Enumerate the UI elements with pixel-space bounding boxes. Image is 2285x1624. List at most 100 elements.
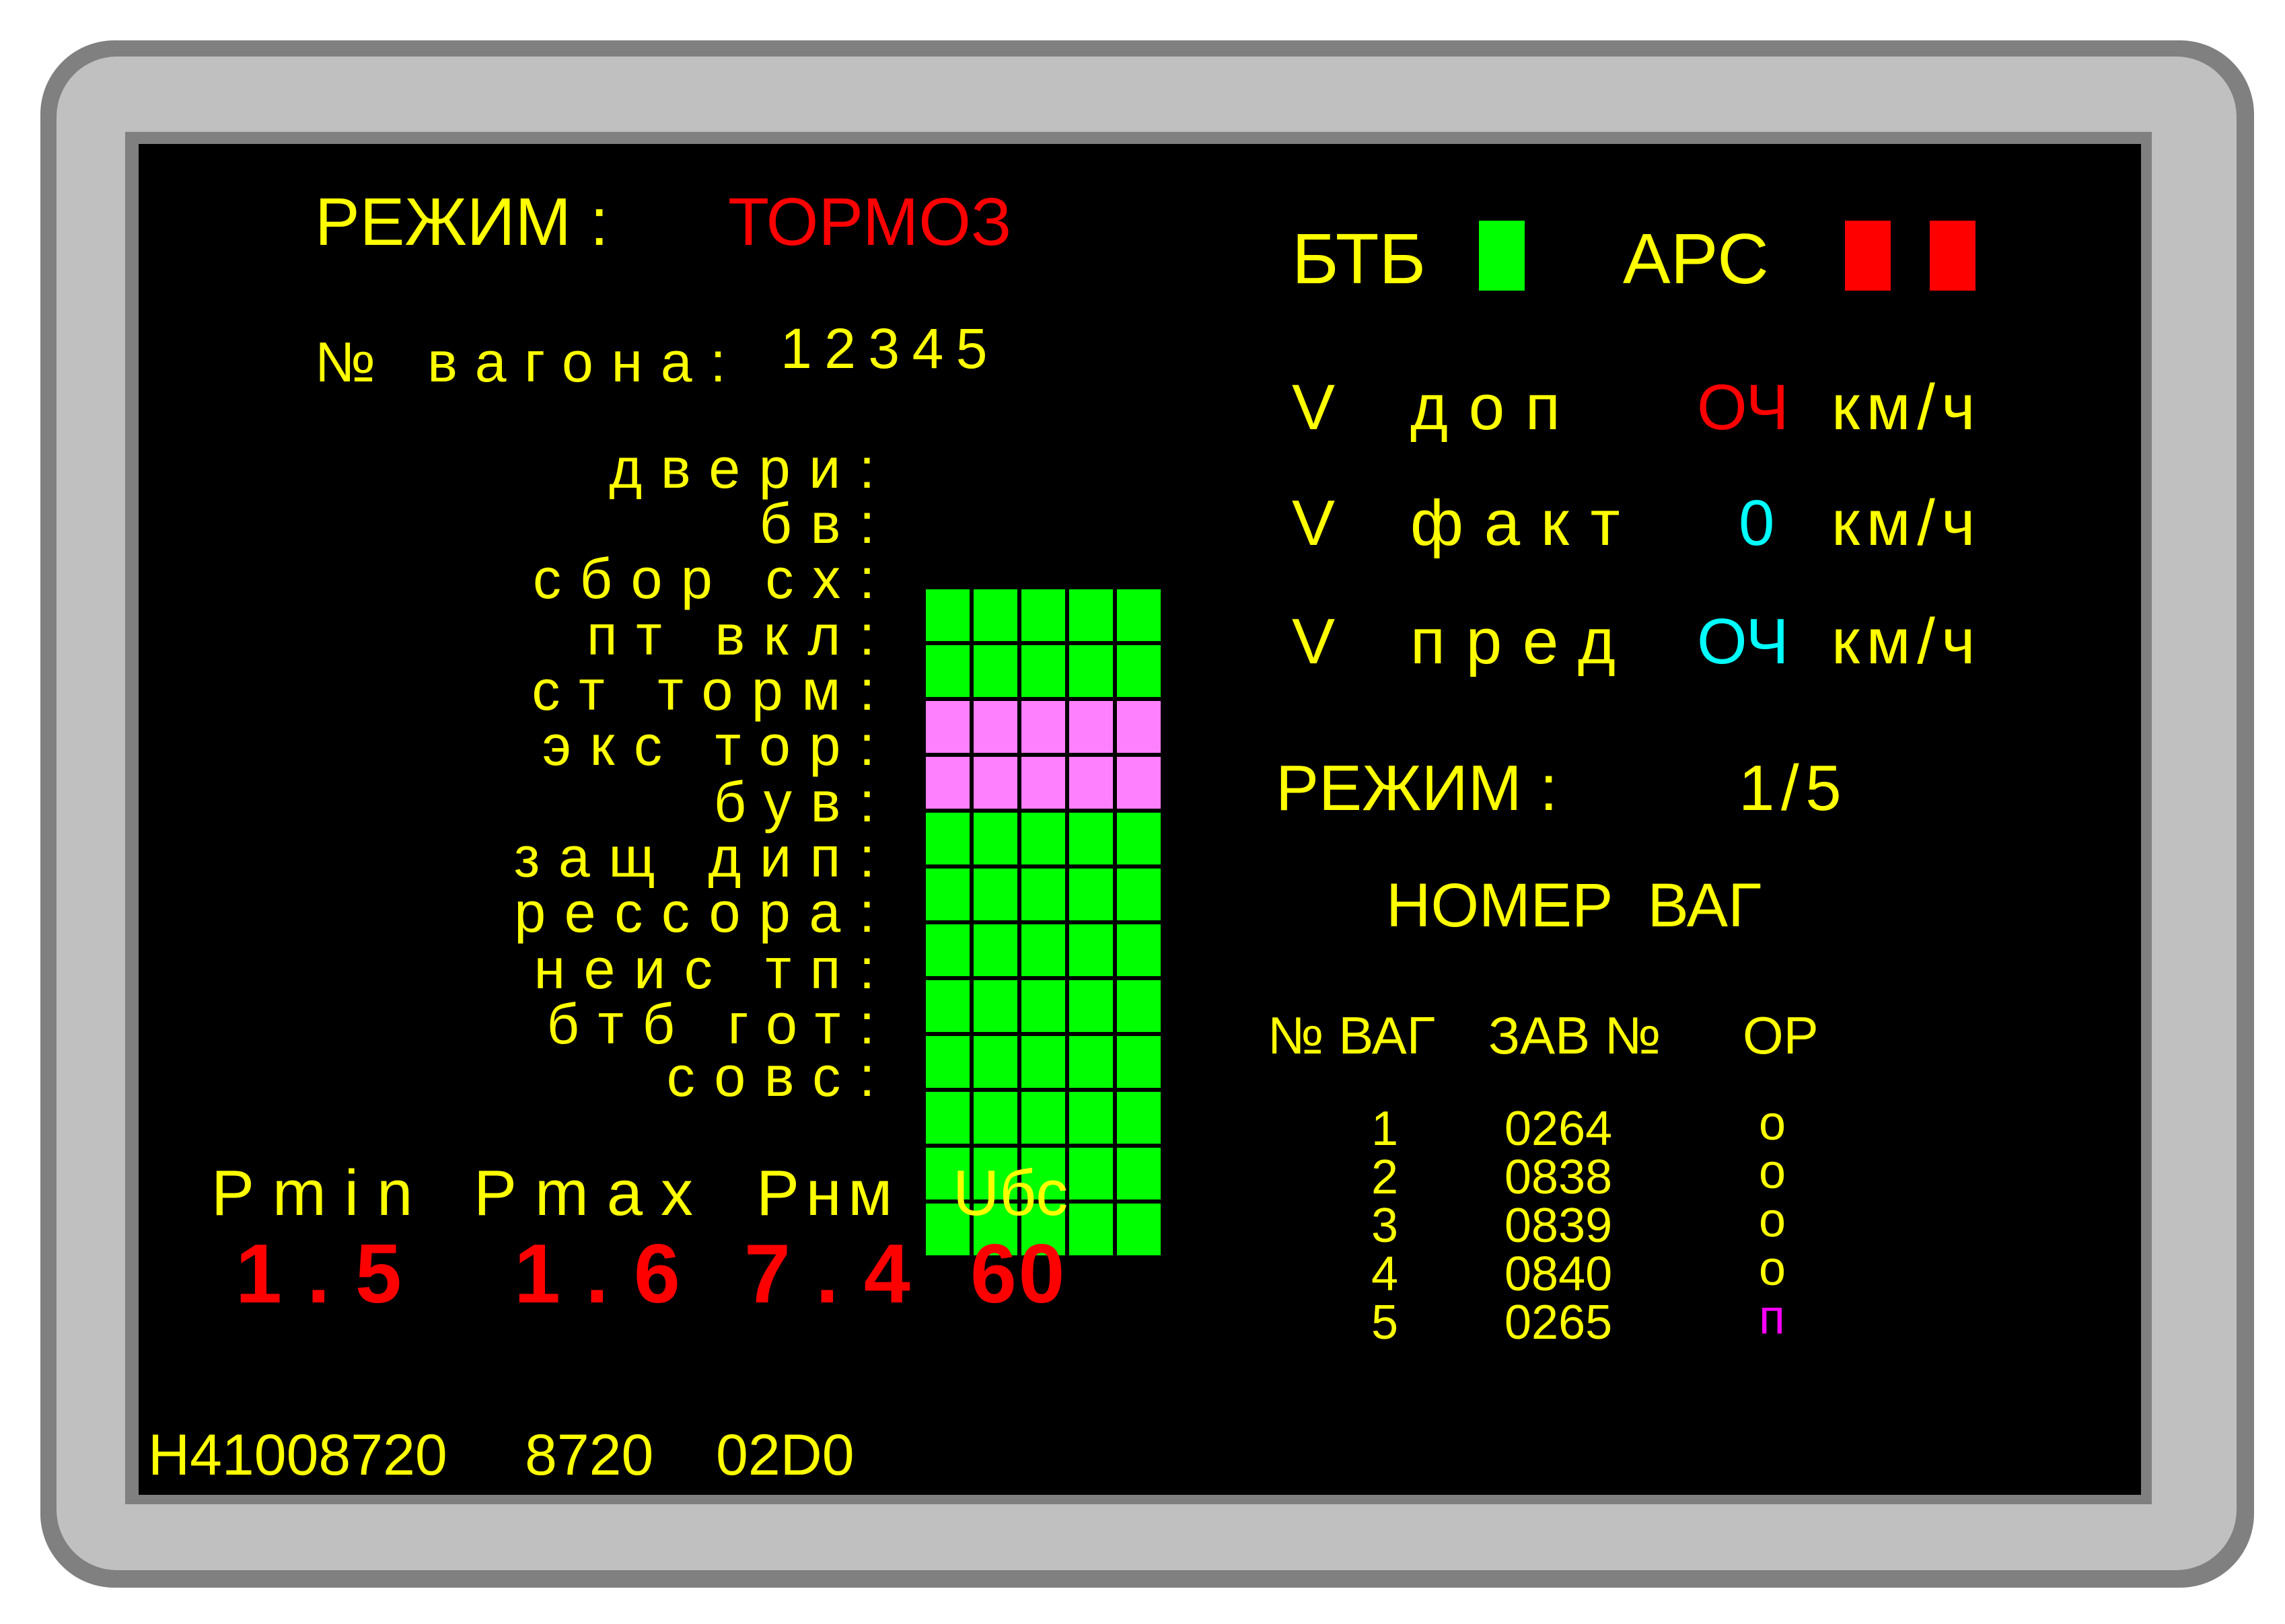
mode-label: РЕЖИМ : — [315, 184, 609, 260]
speed-v-symbol: V — [1292, 487, 1336, 559]
wagon-or: о — [1759, 1193, 1786, 1247]
status-label-pt: пт вкл: — [586, 603, 894, 667]
status-cell — [924, 1090, 972, 1146]
status-cell — [924, 811, 972, 866]
pnm-label: Pнм — [756, 1157, 899, 1229]
pnm-value: 7.4 — [744, 1228, 935, 1321]
status-cell — [924, 922, 972, 978]
status-labels: двери: бв: сбор сх: пт вкл: ст торм: экс… — [340, 440, 894, 1126]
wagon-or: о — [1759, 1242, 1786, 1296]
status-label-bv: бв: — [759, 492, 894, 555]
ars-label: АРС — [1623, 219, 1769, 299]
status-cell — [972, 922, 1019, 978]
status-cell — [1019, 587, 1067, 643]
status-cell — [1067, 1146, 1115, 1202]
speed-value-dop: ОЧ — [1697, 371, 1789, 443]
btb-label: БТБ — [1292, 219, 1426, 299]
status-cell — [1067, 866, 1115, 922]
status-cell — [1115, 922, 1163, 978]
status-cell — [972, 978, 1019, 1034]
status-cell — [1115, 587, 1163, 643]
ars-indicator-2-icon — [1930, 221, 1975, 291]
pmax-value: 1.6 — [514, 1228, 705, 1321]
speed-label-fakt: факт — [1410, 487, 1641, 559]
status-cell — [924, 866, 972, 922]
status-cell — [972, 811, 1019, 866]
status-cell — [1115, 643, 1163, 699]
wagon-numbers: 12345 — [781, 317, 1000, 380]
status-cell — [924, 643, 972, 699]
status-cell — [972, 866, 1019, 922]
status-cell — [1115, 1090, 1163, 1146]
speed-value-fakt: 0 — [1739, 487, 1775, 559]
wagon-or: о — [1759, 1145, 1786, 1199]
wagon-num: 1 — [1371, 1102, 1399, 1156]
status-cell — [1115, 755, 1163, 811]
btb-indicator-icon — [1479, 221, 1525, 291]
status-cell — [1067, 643, 1115, 699]
display-screen: РЕЖИМ : ТОРМОЗ № вагона: 12345 двери: бв… — [139, 144, 2141, 1495]
status-cell — [972, 1090, 1019, 1146]
status-cell — [1067, 699, 1115, 755]
status-label-zashch: защ дип: — [513, 825, 894, 889]
wagon-zav: 0840 — [1504, 1247, 1613, 1301]
wagon-num: 4 — [1371, 1247, 1399, 1301]
status-cell — [1019, 1034, 1067, 1090]
status-cell — [1019, 643, 1067, 699]
speed-label-pred: пред — [1410, 605, 1636, 677]
ubc-value: 60 — [970, 1228, 1066, 1321]
status-label-doors: двери: — [609, 437, 894, 500]
wagon-or: п — [1759, 1290, 1785, 1344]
right-mode-value: 1/5 — [1739, 752, 1848, 824]
status-cell — [1067, 755, 1115, 811]
pmin-label: Pmin — [211, 1157, 431, 1229]
speed-v-symbol: V — [1292, 371, 1336, 443]
footer-code-1: 8720 — [525, 1423, 654, 1487]
pmax-label: Pmax — [474, 1157, 711, 1229]
status-label-buv: був: — [713, 770, 894, 834]
status-label-st-torm: ст торм: — [532, 659, 894, 722]
speed-unit-fakt: км/ч — [1831, 487, 1982, 559]
wagon-zav: 0838 — [1504, 1150, 1613, 1204]
status-cell — [924, 978, 972, 1034]
ars-indicator-1-icon — [1845, 221, 1891, 291]
status-cell — [1115, 699, 1163, 755]
status-cell — [1067, 1034, 1115, 1090]
status-cell — [1019, 811, 1067, 866]
speed-unit-pred: км/ч — [1831, 605, 1982, 677]
status-cell — [1019, 1090, 1067, 1146]
status-cell — [1067, 811, 1115, 866]
mode-value: ТОРМОЗ — [728, 184, 1012, 260]
ubc-label: Uбс — [953, 1157, 1068, 1229]
status-cell — [1067, 1202, 1115, 1257]
status-cell — [1115, 866, 1163, 922]
status-cell — [1019, 866, 1067, 922]
status-cell — [972, 643, 1019, 699]
status-label-sovs: совс: — [666, 1045, 894, 1108]
footer-code-2: 02D0 — [716, 1423, 855, 1487]
wagon-zav: 0839 — [1504, 1199, 1613, 1253]
status-cell — [924, 755, 972, 811]
wagon-num: 2 — [1371, 1150, 1399, 1204]
status-label-btb-got: бтб гот: — [546, 992, 894, 1056]
status-cell — [1019, 699, 1067, 755]
speed-label-dop: доп — [1410, 371, 1581, 443]
status-cell — [1019, 755, 1067, 811]
speed-value-pred: ОЧ — [1697, 605, 1789, 677]
table-header-wagon-num: № ВАГ — [1268, 1006, 1436, 1065]
wagon-or: о — [1759, 1097, 1786, 1150]
wagon-number-title: НОМЕР ВАГ — [1386, 871, 1762, 940]
right-mode-label: РЕЖИМ : — [1276, 752, 1558, 824]
status-cell — [972, 587, 1019, 643]
status-cell — [924, 699, 972, 755]
status-cell — [1115, 1034, 1163, 1090]
speed-unit-dop: км/ч — [1831, 371, 1982, 443]
pmin-value: 1.5 — [235, 1228, 427, 1321]
status-cell — [972, 755, 1019, 811]
status-cell — [1067, 978, 1115, 1034]
wagon-num: 5 — [1371, 1296, 1399, 1350]
status-cell — [1115, 978, 1163, 1034]
status-cell — [924, 587, 972, 643]
status-cell — [972, 1034, 1019, 1090]
speed-v-symbol: V — [1292, 605, 1336, 677]
